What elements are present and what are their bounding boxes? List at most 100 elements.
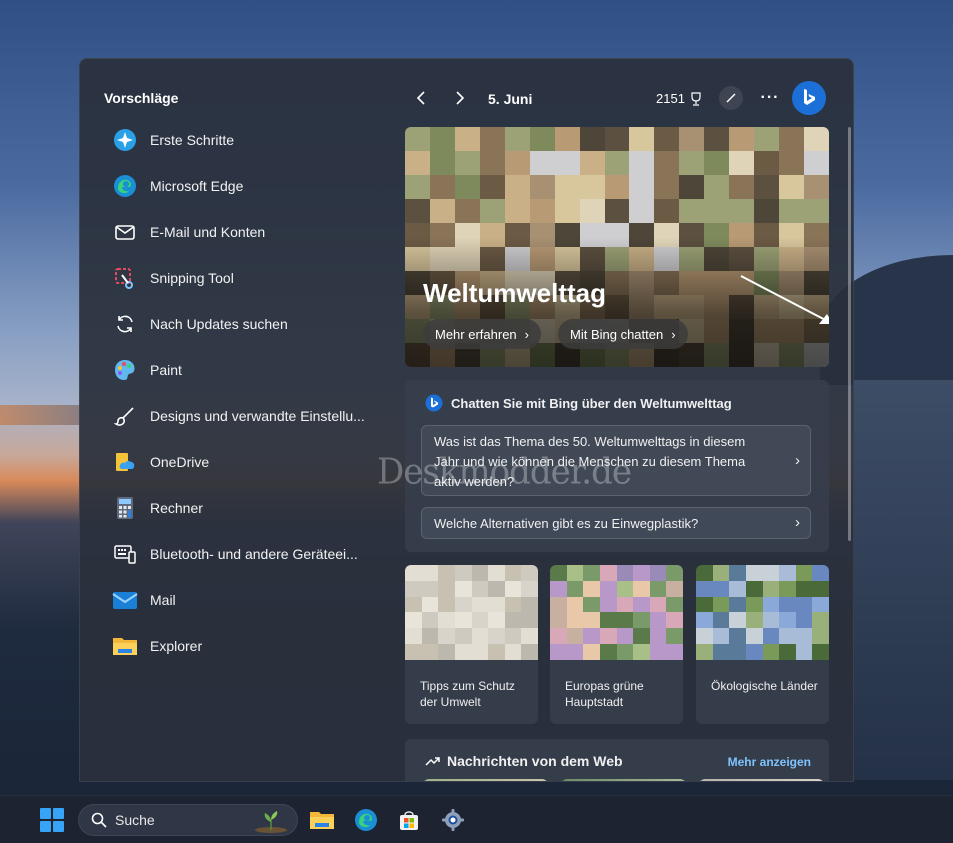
learn-more-label: Mehr erfahren	[435, 326, 517, 342]
more-options-button[interactable]: ···	[758, 86, 782, 110]
sidebar-item-label: Explorer	[150, 638, 203, 654]
start-button[interactable]	[40, 808, 64, 832]
sidebar-item-label: Bluetooth- und andere Geräteei...	[150, 546, 358, 562]
hero-card[interactable]: Weltumwelttag Mehr erfahren › Mit Bing c…	[405, 127, 829, 367]
sidebar-item-erste-schritte[interactable]: Erste Schritte	[104, 117, 384, 163]
suggestions-sidebar: Vorschläge Erste Schritte Microsoft Edge…	[80, 59, 390, 781]
settings-taskbar-button[interactable]	[440, 807, 466, 833]
bing-icon	[425, 394, 443, 412]
store-icon	[400, 811, 418, 830]
feed-header: 5. Juni 2151 ···	[400, 79, 840, 119]
folder-icon	[310, 812, 334, 829]
chat-question-text: Welche Alternativen gibt es zu Einwegpla…	[434, 516, 699, 531]
tile-tipps-umwelt[interactable]: Tipps zum Schutz der Umwelt	[405, 565, 538, 724]
windows-logo-part	[53, 821, 64, 832]
sidebar-item-paint[interactable]: Paint	[104, 347, 384, 393]
bing-button[interactable]	[792, 81, 826, 115]
tile-title: Ökologische Länder	[711, 679, 818, 693]
windows-logo-part	[40, 808, 51, 819]
sidebar-item-label: Erste Schritte	[150, 132, 235, 148]
suggestions-list: Erste Schritte Microsoft Edge E-Mail und…	[104, 117, 384, 669]
sidebar-item-updates[interactable]: Nach Updates suchen	[104, 301, 384, 347]
sidebar-item-label: Rechner	[150, 500, 203, 516]
trophy-icon	[691, 91, 701, 106]
explorer-icon	[112, 633, 138, 659]
sidebar-item-email-konten[interactable]: E-Mail und Konten	[104, 209, 384, 255]
calculator-icon	[112, 495, 138, 521]
wallpaper-lake	[0, 405, 80, 425]
search-icon	[91, 812, 107, 828]
chevron-left-icon	[416, 91, 425, 105]
sidebar-item-label: E-Mail und Konten	[150, 224, 266, 240]
tile-gruene-hauptstadt[interactable]: Europas grüne Hauptstadt	[550, 565, 683, 724]
chat-with-bing-button[interactable]: Mit Bing chatten ›	[558, 319, 688, 349]
tile-image	[405, 565, 538, 660]
chat-question-2[interactable]: Welche Alternativen gibt es zu Einwegpla…	[421, 507, 811, 539]
wallpaper-water	[853, 380, 953, 780]
trending-icon	[425, 757, 440, 766]
file-explorer-taskbar-button[interactable]	[309, 807, 335, 833]
sidebar-item-label: Paint	[150, 362, 182, 378]
chat-with-bing-label: Mit Bing chatten	[570, 326, 664, 342]
edge-icon	[355, 809, 377, 831]
learn-more-button[interactable]: Mehr erfahren ›	[423, 319, 541, 349]
news-thumbnail[interactable]	[423, 779, 548, 781]
tile-oekologische-laender[interactable]: Ökologische Länder	[696, 565, 829, 724]
rewards-points[interactable]: 2151	[656, 91, 703, 106]
store-taskbar-button[interactable]	[396, 807, 422, 833]
hero-title: Weltumwelttag	[423, 278, 606, 308]
pen-icon	[726, 93, 736, 103]
update-icon	[112, 311, 138, 337]
chevron-right-icon: ›	[795, 514, 800, 531]
sidebar-item-mail[interactable]: Mail	[104, 577, 384, 623]
mail-outline-icon	[112, 219, 138, 245]
taskbar-search[interactable]: Suche	[78, 804, 298, 836]
sidebar-item-label: OneDrive	[150, 454, 210, 470]
brush-icon	[112, 403, 138, 429]
widgets-panel: Vorschläge Erste Schritte Microsoft Edge…	[79, 58, 854, 782]
sidebar-item-label: Mail	[150, 592, 176, 608]
more-icon: ···	[760, 89, 780, 106]
news-card: Nachrichten von dem Web Mehr anzeigen	[405, 739, 829, 781]
bing-icon	[804, 89, 815, 105]
tile-title: Tipps zum Schutz der Umwelt	[420, 679, 515, 709]
news-thumbnail[interactable]	[561, 779, 686, 781]
sidebar-item-snipping-tool[interactable]: Snipping Tool	[104, 255, 384, 301]
sidebar-item-label: Designs und verwandte Einstellu...	[150, 408, 365, 424]
show-more-link[interactable]: Mehr anzeigen	[728, 755, 811, 769]
sidebar-item-explorer[interactable]: Explorer	[104, 623, 384, 669]
news-thumbnail[interactable]	[699, 779, 824, 781]
edge-icon	[112, 173, 138, 199]
personalize-button[interactable]	[719, 86, 743, 110]
date-label: 5. Juni	[488, 91, 533, 107]
taskbar: Suche	[0, 795, 953, 843]
sidebar-item-rechner[interactable]: Rechner	[104, 485, 384, 531]
feed-scrollbar[interactable]	[848, 127, 851, 541]
sidebar-item-designs[interactable]: Designs und verwandte Einstellu...	[104, 393, 384, 439]
tile-image	[696, 565, 829, 660]
chevron-right-icon	[456, 91, 465, 105]
sidebar-item-label: Snipping Tool	[150, 270, 234, 286]
news-title: Nachrichten von dem Web	[425, 753, 623, 769]
paint-icon	[112, 357, 138, 383]
edge-taskbar-button[interactable]	[353, 807, 379, 833]
previous-day-button[interactable]	[410, 87, 432, 109]
sidebar-item-bluetooth[interactable]: Bluetooth- und andere Geräteei...	[104, 531, 384, 577]
sidebar-item-microsoft-edge[interactable]: Microsoft Edge	[104, 163, 384, 209]
sidebar-title: Vorschläge	[104, 90, 179, 106]
windows-logo-part	[53, 808, 64, 819]
chevron-right-icon: ›	[524, 326, 529, 342]
sidebar-item-onedrive[interactable]: OneDrive	[104, 439, 384, 485]
snipping-tool-icon	[112, 265, 138, 291]
onedrive-icon	[112, 449, 138, 475]
mail-app-icon	[112, 587, 138, 613]
chevron-right-icon: ›	[795, 451, 800, 469]
sidebar-item-label: Nach Updates suchen	[150, 316, 288, 332]
sidebar-item-label: Microsoft Edge	[150, 178, 244, 194]
next-day-button[interactable]	[449, 87, 471, 109]
chat-card-title: Chatten Sie mit Bing über den Weltumwelt…	[425, 394, 732, 412]
watermark: Deskmodder.de	[377, 451, 632, 493]
news-title-text: Nachrichten von dem Web	[447, 753, 623, 769]
search-label: Suche	[115, 812, 155, 828]
annotation-arrow	[740, 275, 829, 324]
